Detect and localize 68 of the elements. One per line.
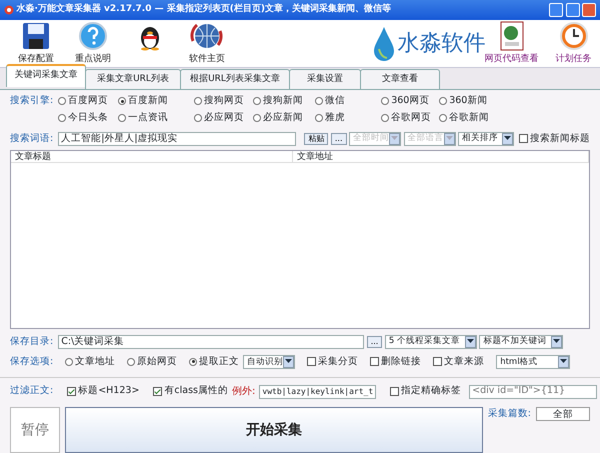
radio-option[interactable]: 雅虎 — [315, 111, 376, 126]
radio-option[interactable]: 必应网页 — [194, 111, 248, 126]
checkbox-option[interactable]: 采集分页 — [307, 354, 358, 369]
minimize-button[interactable] — [549, 3, 563, 17]
toolbar-label[interactable]: 计划任务 — [556, 53, 592, 66]
maximize-button[interactable] — [566, 3, 580, 17]
tab[interactable]: 采集设置 — [289, 68, 361, 89]
radio-option[interactable]: 360网页 — [381, 94, 434, 108]
app-icon — [4, 5, 14, 15]
field-label: 例外: — [232, 385, 256, 399]
radio-option[interactable]: 搜狗新闻 — [253, 94, 310, 108]
more-button[interactable]: ... — [330, 132, 346, 145]
window-title: 水淼·万能文章采集器 v2.17.7.0 — 采集指定列表页(栏目页)文章，关键词采集新闻、微信等 — [16, 3, 391, 16]
field-label: 保存目录: — [10, 334, 54, 348]
toolbar-label[interactable]: 保存配置 — [18, 53, 54, 66]
paste-button[interactable]: 粘贴 — [304, 132, 328, 145]
radio-option[interactable]: 提取正文 — [189, 354, 240, 369]
pause-button[interactable]: 暂停 — [10, 407, 60, 453]
clock-icon[interactable] — [558, 20, 588, 50]
radio-option[interactable]: 搜狗网页 — [194, 94, 248, 108]
dropdown[interactable]: 标题不加关键词 — [479, 334, 564, 349]
tab[interactable]: 文章查看 — [360, 68, 440, 89]
tag-input[interactable]: <div id="ID">{11} — [469, 384, 598, 398]
field-label: 过滤正文: — [10, 384, 54, 398]
toolbar-label[interactable]: 软件主页 — [189, 53, 225, 66]
field-label: 保存选项: — [10, 354, 54, 369]
radio-option[interactable]: 一点资讯 — [118, 111, 188, 126]
browse-button[interactable]: ... — [366, 336, 382, 348]
radio-option[interactable]: 必应新闻 — [253, 111, 310, 126]
directory-input[interactable]: C:\关键词采集 — [58, 334, 364, 349]
tab[interactable]: 关键词采集文章 — [6, 64, 86, 87]
start-button[interactable]: 开始采集 — [65, 407, 483, 453]
checkbox-option[interactable]: 标题<H123> — [67, 384, 140, 399]
radio-option[interactable]: 今日头条 — [58, 111, 112, 126]
checkbox-option[interactable]: 有class属性的 — [153, 384, 228, 399]
dropdown[interactable]: html格式 — [496, 354, 570, 369]
dropdown[interactable]: 相关排序 — [458, 132, 514, 146]
dropdown[interactable]: 5 个线程采集文章 — [384, 334, 477, 349]
checkbox-option[interactable]: 删除链接 — [370, 354, 422, 369]
tab[interactable]: 采集文章URL列表 — [85, 68, 181, 89]
radio-option[interactable]: 百度新闻 — [118, 94, 188, 108]
help-icon[interactable] — [78, 20, 108, 50]
toolbar-label[interactable]: 网页代码查看 — [484, 53, 538, 66]
html-file-icon[interactable] — [498, 20, 524, 50]
keyword-input[interactable]: 人工智能|外星人|虚拟现实 — [58, 132, 296, 146]
logo-text: 水淼软件 — [398, 30, 486, 56]
radio-option[interactable]: 文章地址 — [65, 354, 116, 369]
radio-option[interactable]: 微信 — [315, 94, 376, 108]
radio-option[interactable]: 原始网页 — [127, 354, 178, 369]
checkbox-option[interactable]: 文章来源 — [433, 354, 484, 369]
water-drop-icon — [373, 26, 395, 60]
column-header[interactable]: 文章标题 — [11, 150, 293, 163]
radio-option[interactable]: 谷歌网页 — [381, 111, 434, 126]
count-field[interactable]: 全部 — [536, 407, 590, 421]
exception-input[interactable]: vwtb|lazy|keylink|art_t — [259, 384, 376, 398]
tab[interactable]: 根据URL列表采集文章 — [180, 68, 290, 89]
dropdown[interactable]: 自动识别 — [243, 354, 296, 369]
column-header[interactable]: 文章地址 — [292, 150, 589, 163]
checkbox-option[interactable]: 搜索新闻标题 — [519, 132, 590, 146]
radio-option[interactable]: 谷歌新闻 — [439, 111, 500, 126]
toolbar-label[interactable]: 重点说明 — [75, 53, 111, 66]
close-button[interactable] — [582, 3, 596, 17]
field-label: 搜索引擎: — [10, 94, 54, 108]
field-label: 搜索词语: — [10, 132, 54, 146]
radio-option[interactable]: 360新闻 — [439, 94, 500, 108]
field-label: 采集篇数: — [488, 407, 531, 421]
radio-option[interactable]: 百度网页 — [58, 94, 112, 108]
checkbox-option[interactable]: 指定精确标签 — [390, 384, 462, 399]
